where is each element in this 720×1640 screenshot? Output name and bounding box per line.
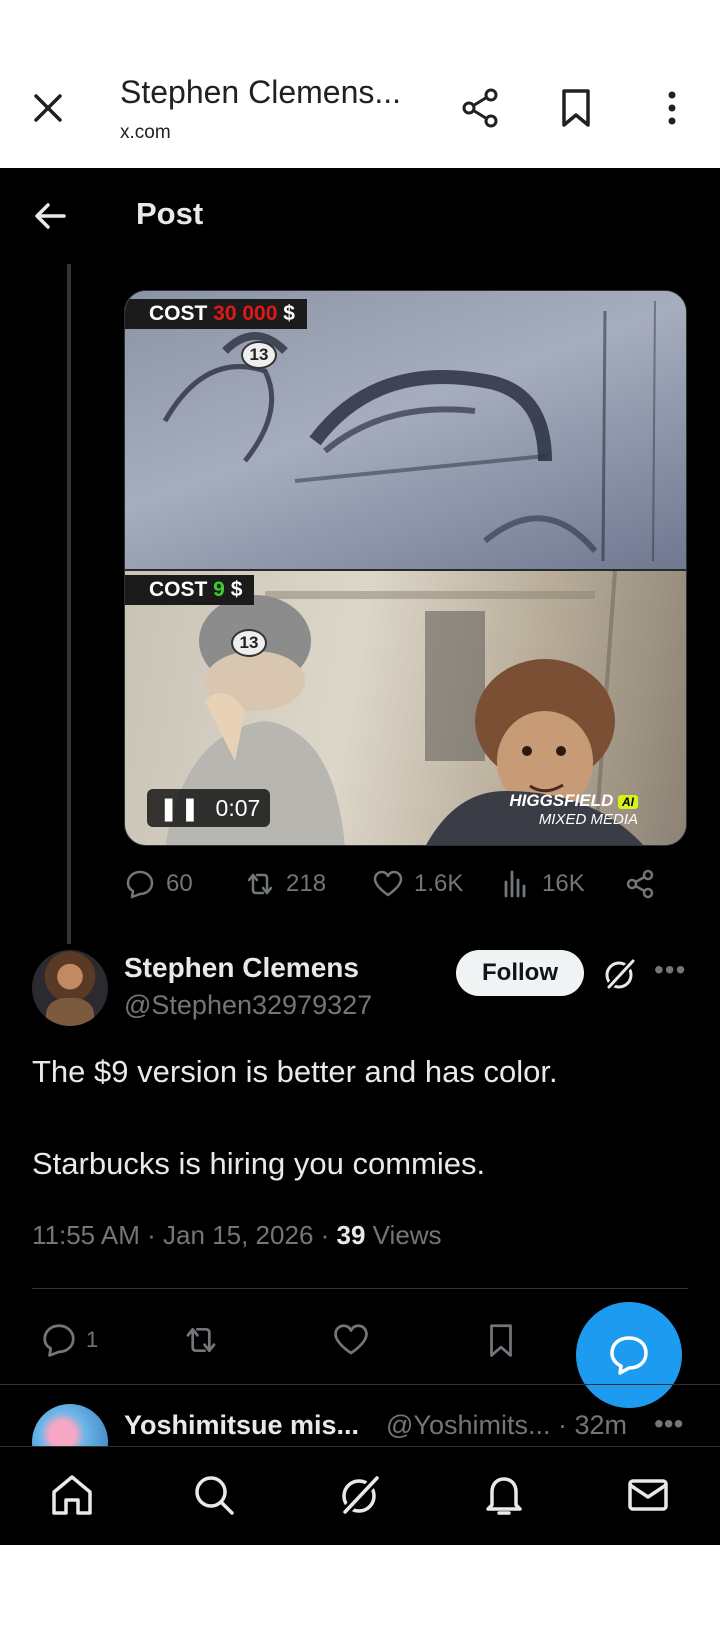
reply-button[interactable]: 1 (40, 1312, 98, 1368)
sketch-top-drawing (162, 300, 656, 562)
reply-count: 1 (86, 1327, 99, 1352)
grok-icon[interactable] (336, 1471, 384, 1519)
cost-label-bottom: COST 9 $ (125, 575, 255, 605)
search-icon[interactable] (190, 1471, 238, 1519)
author-name[interactable]: Stephen Clemens (124, 952, 359, 984)
reply-author-name[interactable]: Yoshimitsue mis... (124, 1410, 359, 1441)
bottom-nav (0, 1446, 720, 1545)
reply-icon (43, 1324, 75, 1357)
cost-label-top: COST 30 000 $ (125, 299, 307, 329)
like-count: 1.6K (414, 870, 464, 897)
repost-icon (186, 1327, 216, 1353)
watermark-sub: MIXED MEDIA (538, 811, 638, 828)
grok-icon[interactable] (602, 956, 638, 992)
post-text-line: The $9 version is better and has color. (32, 1054, 558, 1089)
like-button[interactable] (332, 1312, 378, 1368)
watermark-ai-badge: AI (618, 794, 638, 809)
cost-prefix: COST (149, 578, 214, 601)
post-views-label: Views (372, 1220, 442, 1250)
more-horizontal-icon[interactable]: ••• (654, 954, 686, 986)
video-frame-top: 13 (125, 291, 686, 569)
divider (32, 1288, 688, 1289)
cost-value-red: 30 000 (213, 302, 278, 325)
helmet-number: 13 (241, 341, 277, 369)
bookmark-icon (490, 1324, 512, 1357)
heart-icon (334, 1324, 368, 1355)
views-count: 16K (542, 870, 585, 897)
reply-icon (126, 870, 154, 899)
cost-suffix: $ (277, 302, 295, 325)
pause-icon[interactable]: ❚❚ (159, 789, 202, 827)
system-area (0, 1545, 720, 1640)
cost-prefix: COST (149, 302, 214, 325)
browser-domain: x.com (120, 122, 171, 143)
notifications-icon[interactable] (480, 1471, 528, 1519)
avatar[interactable] (32, 950, 108, 1026)
bookmark-icon[interactable] (554, 86, 598, 130)
reply-handle-time: @Yoshimits... · 32m (386, 1410, 627, 1440)
page-title: Post (136, 196, 204, 231)
repost-count: 218 (286, 870, 327, 897)
heart-icon (373, 870, 403, 897)
home-icon[interactable] (48, 1471, 96, 1519)
close-icon[interactable] (28, 88, 68, 128)
helmet-number-bottom: 13 (231, 629, 267, 657)
thread-line (67, 264, 71, 944)
like-button[interactable]: 1.6K (372, 858, 463, 910)
cost-value-green: 9 (213, 578, 225, 601)
post-views-count: 39 (336, 1220, 366, 1250)
watermark: HIGGSFIELD AI MIXED MEDIA (509, 791, 638, 828)
watermark-brand: HIGGSFIELD (509, 791, 614, 810)
parent-post-actions: 60 218 1.6K 16K (124, 858, 690, 910)
post-meta: 11:55 AM · Jan 15, 2026 · 39 Views (32, 1220, 442, 1250)
repost-button[interactable] (182, 1312, 228, 1368)
browser-tab-bar: Stephen Clemens... x.com (0, 0, 720, 168)
analytics-icon (504, 870, 526, 898)
browser-page-title: Stephen Clemens... (120, 74, 402, 110)
share-post-button[interactable] (624, 858, 666, 910)
video-time: 0:07 (215, 795, 261, 821)
reply-button[interactable]: 60 (124, 858, 193, 910)
messages-icon[interactable] (624, 1471, 672, 1519)
author-handle[interactable]: @Stephen32979327 (124, 990, 372, 1021)
share-icon[interactable] (458, 86, 502, 130)
post-text-line: Starbucks is hiring you commies. (32, 1146, 486, 1181)
repost-icon (247, 873, 273, 895)
bookmark-button[interactable] (482, 1312, 528, 1368)
post-text: The $9 version is better and has color. … (32, 1052, 682, 1236)
post-date[interactable]: Jan 15, 2026 (163, 1220, 313, 1250)
playback-control[interactable]: ❚❚ 0:07 (147, 789, 271, 827)
views-button[interactable]: 16K (500, 858, 585, 910)
top-nav: Post (0, 168, 720, 264)
arrow-left-icon[interactable] (30, 196, 70, 236)
divider (0, 1384, 720, 1385)
video-player[interactable]: 13 13 COST 30 000 $ COST 9 $ ❚❚ 0:07 HIG… (124, 290, 687, 846)
x-app: Post 13 13 COST 30 000 $ COST 9 $ ❚❚ 0:0… (0, 168, 720, 1545)
more-horizontal-icon[interactable]: ••• (654, 1408, 683, 1440)
chat-bubble-icon (610, 1336, 648, 1375)
follow-button[interactable]: Follow (456, 950, 584, 996)
reply-count: 60 (166, 870, 193, 897)
post-time[interactable]: 11:55 AM (32, 1220, 140, 1250)
share-icon (626, 869, 654, 899)
cost-suffix: $ (224, 578, 243, 601)
compose-reply-fab[interactable] (576, 1302, 682, 1408)
repost-button[interactable]: 218 (244, 858, 326, 910)
post-author: Stephen Clemens @Stephen32979327 Follow … (32, 950, 692, 1030)
more-vertical-icon[interactable] (650, 86, 694, 130)
